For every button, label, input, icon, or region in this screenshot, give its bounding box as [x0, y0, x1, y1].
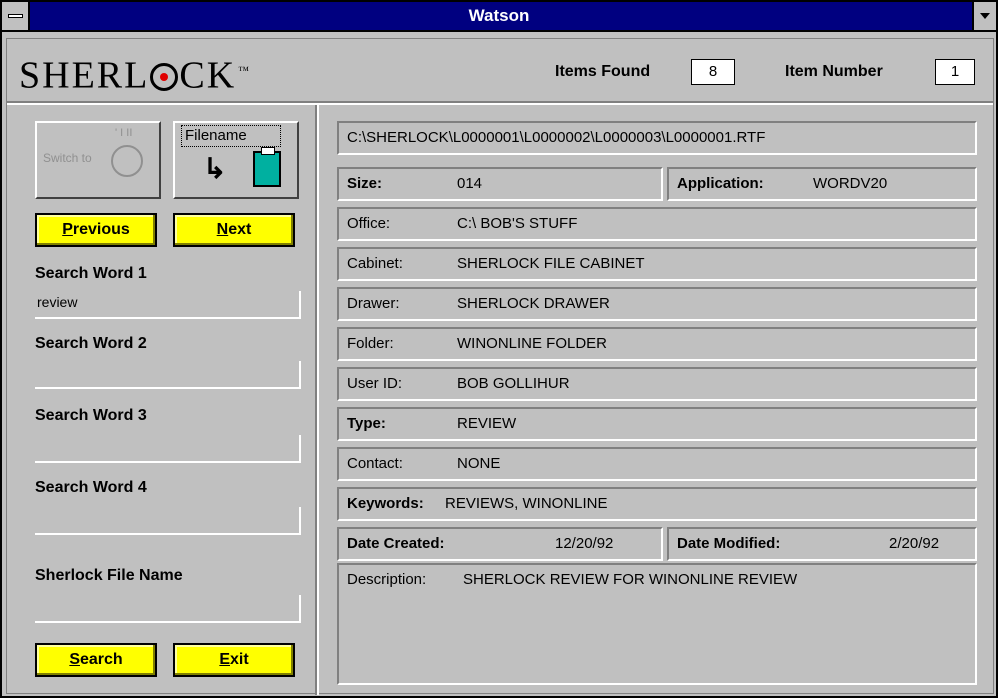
- search-hotkey: S: [69, 651, 80, 668]
- search-word-2-input[interactable]: [35, 361, 301, 389]
- search-word-3-input[interactable]: [35, 435, 301, 463]
- folder-value: WINONLINE FOLDER: [457, 335, 608, 352]
- sherlock-logo: SHERL CK ™: [19, 51, 251, 96]
- contact-label: Contact:: [347, 455, 403, 472]
- filename-button[interactable]: Filename ↳: [173, 121, 299, 199]
- size-label: Size:: [347, 175, 383, 192]
- file-path-value: C:\SHERLOCK\L0000001\L0000002\L0000003\L…: [347, 129, 766, 146]
- sherlock-file-name-input[interactable]: [35, 595, 301, 623]
- arrow-down-right-icon: ↳: [203, 153, 227, 184]
- file-path-field: C:\SHERLOCK\L0000001\L0000002\L0000003\L…: [337, 121, 977, 155]
- minimize-arrow-icon: [980, 13, 990, 19]
- cabinet-label: Cabinet:: [347, 255, 403, 272]
- date-created-value: 12/20/92: [555, 535, 614, 552]
- search-word-2-label: Search Word 2: [35, 335, 147, 352]
- previous-button[interactable]: Previous: [35, 213, 157, 247]
- user-id-label: User ID:: [347, 375, 403, 392]
- date-modified-label: Date Modified:: [677, 535, 781, 552]
- drawer-field: Drawer: SHERLOCK DRAWER: [337, 287, 977, 321]
- filename-label: Filename: [185, 127, 247, 144]
- drawer-value: SHERLOCK DRAWER: [457, 295, 610, 312]
- office-value: C:\ BOB'S STUFF: [457, 215, 578, 232]
- cabinet-field: Cabinet: SHERLOCK FILE CABINET: [337, 247, 977, 281]
- application-label: Application:: [677, 175, 764, 192]
- switch-to-button[interactable]: Switch to ' I II: [35, 121, 161, 199]
- exit-label: xit: [230, 651, 249, 668]
- client-area: SHERL CK ™ Items Found 8 Item Number 1 Swi…: [6, 38, 994, 695]
- type-label: Type:: [347, 415, 386, 432]
- search-word-3-label: Search Word 3: [35, 407, 147, 424]
- description-value: SHERLOCK REVIEW FOR WINONLINE REVIEW: [463, 571, 798, 588]
- description-label: Description:: [347, 571, 427, 588]
- date-modified-field: Date Modified: 2/20/92: [667, 527, 977, 561]
- date-created-field: Date Created: 12/20/92: [337, 527, 663, 561]
- switch-to-label: Switch to: [43, 151, 92, 165]
- user-id-field: User ID: BOB GOLLIHUR: [337, 367, 977, 401]
- items-found-field: 8: [691, 59, 735, 85]
- application-value: WORDV20: [813, 175, 888, 192]
- size-field: Size: 014: [337, 167, 663, 201]
- office-label: Office:: [347, 215, 391, 232]
- window-title: Watson: [468, 6, 530, 25]
- user-id-value: BOB GOLLIHUR: [457, 375, 570, 392]
- search-word-1-input[interactable]: review: [35, 291, 301, 319]
- search-button[interactable]: Search: [35, 643, 157, 677]
- logo-text-right: CK: [179, 54, 237, 97]
- folder-label: Folder:: [347, 335, 394, 352]
- application-field: Application: WORDV20: [667, 167, 977, 201]
- drawer-label: Drawer:: [347, 295, 400, 312]
- type-field: Type: REVIEW: [337, 407, 977, 441]
- office-field: Office: C:\ BOB'S STUFF: [337, 207, 977, 241]
- app-window: Watson SHERL CK ™ Items Found 8 Item Numbe…: [0, 0, 998, 698]
- type-value: REVIEW: [457, 415, 517, 432]
- minimize-button[interactable]: [972, 2, 996, 30]
- keywords-label: Keywords:: [347, 495, 424, 512]
- title-bar: Watson: [2, 2, 996, 32]
- next-hotkey: N: [216, 221, 229, 238]
- logo-text-left: SHERL: [19, 54, 150, 97]
- folder-field: Folder: WINONLINE FOLDER: [337, 327, 977, 361]
- item-number-field[interactable]: 1: [935, 59, 975, 85]
- trademark-mark: ™: [238, 65, 251, 77]
- item-number-label: Item Number: [785, 63, 883, 80]
- exit-button[interactable]: Exit: [173, 643, 295, 677]
- search-word-4-input[interactable]: [35, 507, 301, 535]
- description-field: Description: SHERLOCK REVIEW FOR WINONLIN…: [337, 563, 977, 685]
- cabinet-value: SHERLOCK FILE CABINET: [457, 255, 645, 272]
- magnifier-logo-icon: [150, 62, 179, 91]
- panel-divider: [315, 105, 319, 695]
- header-divider: [7, 101, 993, 105]
- clipboard-icon: [253, 147, 281, 187]
- dial-icon: [111, 145, 143, 177]
- date-created-label: Date Created:: [347, 535, 445, 552]
- contact-field: Contact: NONE: [337, 447, 977, 481]
- contact-value: NONE: [457, 455, 501, 472]
- switch-ticks: ' I II: [115, 127, 133, 139]
- search-word-1-label: Search Word 1: [35, 265, 147, 282]
- items-found-label: Items Found: [555, 63, 651, 80]
- date-modified-value: 2/20/92: [889, 535, 940, 552]
- next-button[interactable]: Next: [173, 213, 295, 247]
- keywords-field: Keywords: REVIEWS, WINONLINE: [337, 487, 977, 521]
- previous-hotkey: P: [62, 221, 73, 238]
- sherlock-file-name-label: Sherlock File Name: [35, 567, 183, 584]
- next-label: ext: [228, 221, 252, 238]
- previous-label: revious: [72, 221, 130, 238]
- search-label: earch: [79, 651, 123, 668]
- keywords-value: REVIEWS, WINONLINE: [445, 495, 608, 512]
- exit-hotkey: E: [219, 651, 230, 668]
- search-word-4-label: Search Word 4: [35, 479, 147, 496]
- size-value: 014: [457, 175, 483, 192]
